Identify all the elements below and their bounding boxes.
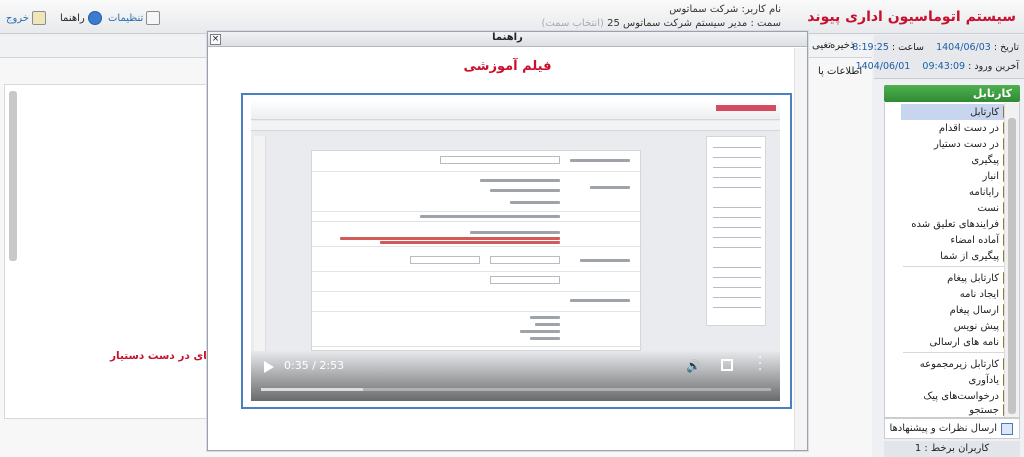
sidebar-item-label: جستجو bbox=[969, 404, 999, 416]
sidebar-item-reminder[interactable]: یادآوری bbox=[901, 372, 1019, 388]
sidebar-item-label: کارتابل پیغام bbox=[947, 272, 999, 284]
sidebar-item-label: آماده امضاء bbox=[950, 234, 999, 246]
sidebar-item-send-message[interactable]: ارسال پیغام bbox=[901, 302, 1019, 318]
dialog-title: راهنما bbox=[208, 32, 807, 47]
sidebar-item-label: یادآوری bbox=[968, 374, 999, 386]
exit-label: خروج bbox=[6, 12, 29, 24]
last-login-time: 09:43:09 bbox=[922, 61, 966, 72]
sidebar: کارتابل در دست اقدام در دست دستیار پیگیر… bbox=[884, 102, 1020, 418]
user-name: نام کاربر: شرکت سماتوس bbox=[669, 4, 781, 15]
sidebar-item-email[interactable]: رایانامه bbox=[901, 184, 1019, 200]
date-panel: تاریخ : 1404/06/03 ساعت : 8:19:25 آخرین … bbox=[852, 35, 1024, 79]
sidebar-item-sub-kartable[interactable]: کارتابل زیرمجموعه bbox=[901, 356, 1019, 372]
sidebar-item-message-kartable[interactable]: کارتابل پیغام bbox=[901, 270, 1019, 286]
online-users: کاربران برخط : 1 bbox=[884, 441, 1020, 457]
exit-button[interactable]: خروج bbox=[6, 11, 46, 25]
sidebar-scroll-thumb[interactable] bbox=[1008, 118, 1016, 414]
more-options-icon[interactable]: · · · bbox=[758, 352, 762, 377]
sidebar-scrollbar[interactable] bbox=[1004, 103, 1019, 417]
date-value: 1404/06/03 bbox=[936, 42, 991, 53]
sidebar-item-label: رایانامه bbox=[969, 186, 999, 198]
sidebar-item-nest[interactable]: نست bbox=[901, 200, 1019, 216]
feedback-link[interactable]: ارسال نظرات و پیشنهادها bbox=[884, 418, 1020, 439]
time-label: ساعت : bbox=[891, 42, 924, 53]
sidebar-item-assistant[interactable]: در دست دستیار bbox=[901, 136, 1019, 152]
sidebar-divider bbox=[903, 266, 1013, 267]
sidebar-item-label: ارسال پیغام bbox=[949, 304, 999, 316]
video-time: 0:35 / 2:53 bbox=[284, 359, 345, 372]
time-value: 8:19:25 bbox=[852, 42, 889, 53]
sidebar-item-label: در دست دستیار bbox=[933, 138, 999, 150]
video-controls bbox=[251, 350, 780, 401]
sidebar-item-draft[interactable]: پیش نویس bbox=[901, 318, 1019, 334]
close-button[interactable]: × bbox=[210, 34, 221, 45]
help-label: راهنما bbox=[60, 12, 85, 24]
toolbar-change-button[interactable]: تغیی bbox=[812, 40, 831, 51]
toolbar-save-button[interactable]: ذخیره bbox=[830, 40, 854, 51]
fullscreen-icon[interactable] bbox=[721, 359, 733, 371]
video-progress-bar[interactable] bbox=[261, 388, 771, 391]
video-screen-form bbox=[311, 150, 642, 351]
sidebar-divider bbox=[903, 352, 1013, 353]
dialog-scrollbar[interactable] bbox=[794, 48, 807, 450]
sidebar-item-kartable[interactable]: کارتابل bbox=[901, 104, 1019, 120]
app-header: سیستم اتوماسیون اداری پیوند نام کاربر: ش… bbox=[0, 0, 1024, 34]
sidebar-item-label: در دست اقدام bbox=[938, 122, 999, 134]
panel-scrollbar[interactable] bbox=[9, 91, 17, 261]
sidebar-item-label: فرایندهای تعلیق شده bbox=[911, 218, 999, 230]
help-button[interactable]: راهنما bbox=[60, 11, 102, 25]
video-screen-logo bbox=[716, 105, 776, 111]
sidebar-item-label: انبار bbox=[982, 170, 999, 182]
video-screen-toolbar bbox=[251, 121, 780, 131]
exit-icon bbox=[31, 11, 46, 25]
sidebar-item-courier[interactable]: درخواست‌های پیک bbox=[901, 388, 1019, 404]
sidebar-item-label: نامه های ارسالی bbox=[929, 336, 999, 348]
video-screen-header bbox=[251, 100, 780, 120]
sidebar-item-followup-you[interactable]: پیگیری از شما bbox=[901, 248, 1019, 264]
video-progress-fill bbox=[261, 388, 363, 391]
feedback-icon bbox=[1001, 422, 1013, 435]
date-label: تاریخ : bbox=[993, 42, 1019, 53]
last-login-label: آخرین ورود : bbox=[968, 61, 1019, 72]
play-icon[interactable] bbox=[264, 361, 274, 373]
sidebar-item-label: پیگیری bbox=[971, 154, 999, 166]
sidebar-item-label: نست bbox=[977, 202, 999, 214]
video-frame: 0:35 / 2:53 🔊 · · · bbox=[241, 93, 792, 409]
content-panel bbox=[4, 84, 234, 419]
settings-label: تنظیمات bbox=[108, 12, 144, 24]
video-screen-scrollbar bbox=[254, 136, 266, 351]
sidebar-item-label: پیش نویس bbox=[953, 320, 999, 332]
sidebar-item-suspended[interactable]: فرایندهای تعلیق شده bbox=[901, 216, 1019, 232]
sidebar-header: کارتابل bbox=[884, 85, 1020, 102]
help-dialog: راهنما × فیلم آموزشی 0:35 / 2:53 🔊 · · · bbox=[207, 31, 808, 451]
user-info: نام کاربر: شرکت سماتوس سمت : مدیر سیستم … bbox=[541, 3, 781, 31]
user-role: سمت : مدیر سیستم شرکت سماتوس 25 bbox=[607, 18, 781, 29]
sidebar-item-ready-to-sign[interactable]: آماده امضاء bbox=[901, 232, 1019, 248]
dialog-subtitle: فیلم آموزشی bbox=[463, 59, 552, 74]
last-login-date: 1404/06/01 bbox=[855, 61, 911, 72]
sidebar-item-label: کارتابل bbox=[970, 106, 999, 118]
sidebar-item-sent[interactable]: نامه های ارسالی bbox=[901, 334, 1019, 350]
sidebar-item-label: ایجاد نامه bbox=[959, 288, 999, 300]
video-player[interactable]: 0:35 / 2:53 🔊 · · · bbox=[251, 100, 780, 401]
video-screen-sidebar bbox=[706, 136, 766, 326]
sidebar-item-create-letter[interactable]: ایجاد نامه bbox=[901, 286, 1019, 302]
help-icon bbox=[87, 11, 102, 25]
select-role-link[interactable]: (انتخاب سمت) bbox=[541, 18, 603, 29]
feedback-label: ارسال نظرات و پیشنهادها bbox=[889, 423, 997, 434]
sidebar-item-label: پیگیری از شما bbox=[940, 250, 999, 262]
settings-icon bbox=[146, 11, 161, 25]
sidebar-item-in-progress[interactable]: در دست اقدام bbox=[901, 120, 1019, 136]
volume-icon[interactable]: 🔊 bbox=[686, 359, 701, 373]
sidebar-item-followup[interactable]: پیگیری bbox=[901, 152, 1019, 168]
sidebar-item-search[interactable]: جستجو bbox=[901, 404, 1019, 416]
app-title: سیستم اتوماسیون اداری پیوند bbox=[807, 9, 1016, 25]
sidebar-item-label: درخواست‌های پیک bbox=[923, 390, 999, 402]
settings-button[interactable]: تنظیمات bbox=[108, 11, 161, 25]
sidebar-item-label: کارتابل زیرمجموعه bbox=[919, 358, 999, 370]
sidebar-item-archive[interactable]: انبار bbox=[901, 168, 1019, 184]
